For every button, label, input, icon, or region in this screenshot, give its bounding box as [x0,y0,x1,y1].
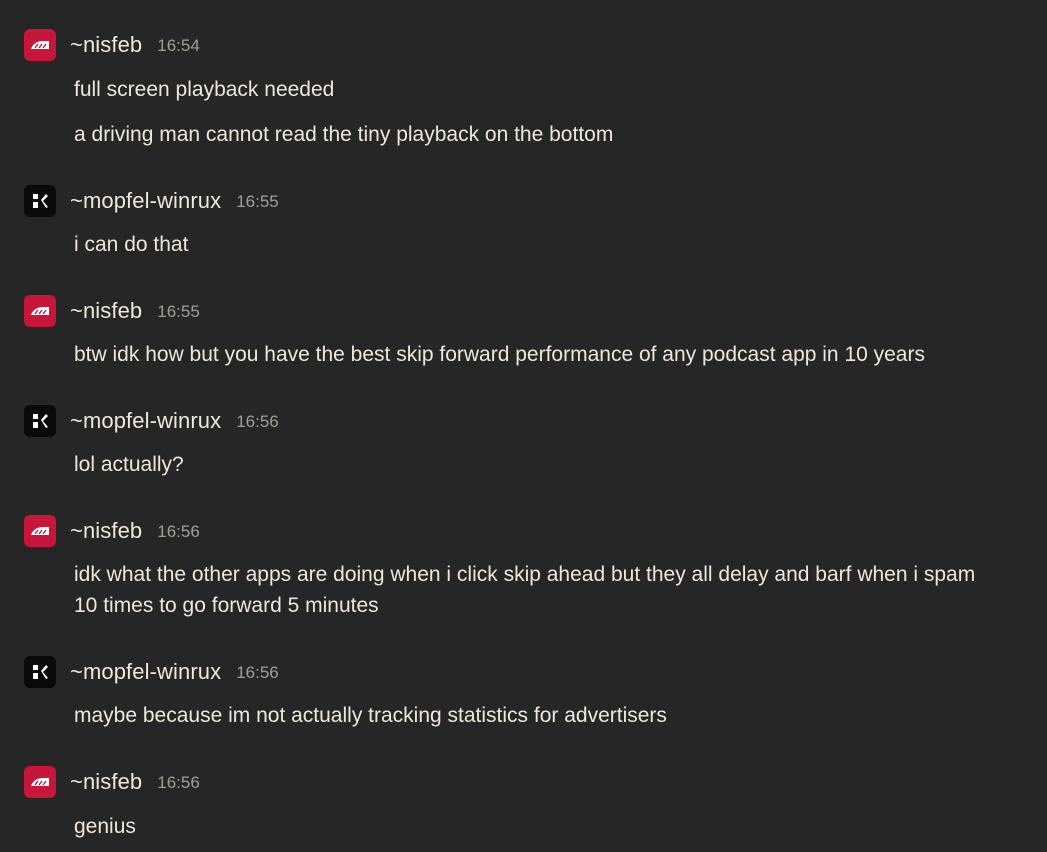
message-timestamp: 16:55 [236,191,279,211]
message-timestamp: 16:56 [236,411,279,431]
message-group: ~nisfeb 16:55 btw idk how but you have the… [0,295,1047,375]
message-header: ~nisfeb 16:56 [70,766,200,798]
red-sigil-icon[interactable] [24,29,56,61]
message-timestamp: 16:55 [157,301,200,321]
red-sigil-icon[interactable] [24,515,56,547]
message-text: 10 times to go forward 5 minutes [74,594,379,617]
message-group: ~nisfeb 16:54 full screen playback needed a… [0,29,1047,146]
chat-message-list: ~nisfeb 16:54 full screen playback needed a… [0,0,1047,852]
message-group: ~mopfel-winrux 16:55 i can do that [0,185,1047,265]
message-group: ~mopfel-winrux 16:56 maybe because im not … [0,656,1047,736]
message-text: i can do that [74,233,189,256]
message-timestamp: 16:56 [236,662,279,682]
message-header: ~mopfel-winrux 16:55 [70,185,279,217]
message-group: ~nisfeb 16:56 idk what the other apps are … [0,515,1047,617]
author-name[interactable]: ~nisfeb [70,32,142,58]
author-name[interactable]: ~nisfeb [70,298,142,324]
message-text: a driving man cannot read the tiny playb… [74,123,614,146]
black-sigil-icon[interactable] [24,405,56,437]
red-sigil-icon[interactable] [24,295,56,327]
message-text: genius [74,815,136,838]
message-text: idk what the other apps are doing when i… [74,563,976,586]
message-text: lol actually? [74,453,184,476]
message-group: ~nisfeb 16:56 genius [0,766,1047,846]
message-header: ~mopfel-winrux 16:56 [70,405,279,437]
author-name[interactable]: ~mopfel-winrux [70,659,221,685]
message-text: full screen playback needed [74,78,335,101]
message-header: ~nisfeb 16:55 [70,295,200,327]
black-sigil-icon[interactable] [24,656,56,688]
message-text: maybe because im not actually tracking s… [74,704,667,727]
message-timestamp: 16:56 [157,521,200,541]
message-text: btw idk how but you have the best skip f… [74,343,925,366]
red-sigil-icon[interactable] [24,766,56,798]
author-name[interactable]: ~nisfeb [70,769,142,795]
message-header: ~mopfel-winrux 16:56 [70,656,279,688]
message-header: ~nisfeb 16:56 [70,515,200,547]
black-sigil-icon[interactable] [24,185,56,217]
message-timestamp: 16:56 [157,772,200,792]
author-name[interactable]: ~mopfel-winrux [70,188,221,214]
author-name[interactable]: ~mopfel-winrux [70,408,221,434]
message-group: ~mopfel-winrux 16:56 lol actually? [0,405,1047,485]
message-header: ~nisfeb 16:54 [70,29,200,61]
author-name[interactable]: ~nisfeb [70,518,142,544]
message-timestamp: 16:54 [157,35,200,55]
